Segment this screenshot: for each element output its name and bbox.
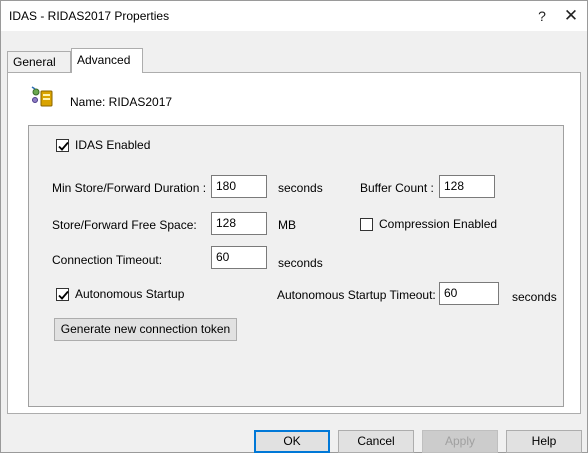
tab-advanced[interactable]: Advanced xyxy=(71,48,143,73)
compression-enabled-label: Compression Enabled xyxy=(379,217,498,231)
autonomous-startup-label: Autonomous Startup xyxy=(75,287,185,301)
close-icon[interactable]: ✕ xyxy=(557,5,585,27)
autonomous-startup-checkbox[interactable]: Autonomous Startup xyxy=(56,287,184,301)
cancel-button[interactable]: Cancel xyxy=(338,430,414,453)
store-forward-space-unit: MB xyxy=(278,218,296,232)
min-store-forward-unit: seconds xyxy=(278,181,323,195)
window-title: IDAS - RIDAS2017 Properties xyxy=(9,9,170,23)
store-forward-space-input[interactable]: 128 xyxy=(211,212,267,235)
tab-general[interactable]: General xyxy=(7,51,71,72)
settings-group: IDAS Enabled Min Store/Forward Duration … xyxy=(28,125,564,407)
buffer-count-input[interactable]: 128 xyxy=(439,175,495,198)
min-store-forward-input[interactable]: 180 xyxy=(211,175,267,198)
compression-enabled-checkbox[interactable]: Compression Enabled xyxy=(360,217,497,231)
checkbox-box[interactable] xyxy=(360,217,373,231)
help-icon[interactable]: ? xyxy=(528,5,556,27)
name-label: Name: RIDAS2017 xyxy=(70,95,173,109)
apply-button[interactable]: Apply xyxy=(422,430,498,453)
autonomous-timeout-label: Autonomous Startup Timeout: xyxy=(277,288,436,302)
connection-timeout-unit: seconds xyxy=(278,256,323,270)
idas-enabled-checkbox[interactable]: IDAS Enabled xyxy=(56,138,150,152)
idas-enabled-label: IDAS Enabled xyxy=(75,138,151,152)
min-store-forward-label: Min Store/Forward Duration : xyxy=(52,181,207,195)
checkbox-box[interactable] xyxy=(56,287,69,301)
connection-timeout-label: Connection Timeout: xyxy=(52,253,163,267)
database-config-icon xyxy=(30,85,54,109)
connection-timeout-input[interactable]: 60 xyxy=(211,246,267,269)
checkbox-box[interactable] xyxy=(56,138,69,152)
autonomous-timeout-input[interactable]: 60 xyxy=(439,282,499,305)
properties-dialog: IDAS - RIDAS2017 Properties ? ✕ General … xyxy=(0,0,588,453)
help-button[interactable]: Help xyxy=(506,430,582,453)
title-bar: IDAS - RIDAS2017 Properties ? ✕ xyxy=(1,1,587,31)
autonomous-timeout-unit: seconds xyxy=(512,290,557,304)
buffer-count-label: Buffer Count : xyxy=(360,181,434,195)
ok-button[interactable]: OK xyxy=(254,430,330,453)
advanced-panel: Name: RIDAS2017 IDAS Enabled Min Store/F… xyxy=(7,72,581,414)
generate-token-button[interactable]: Generate new connection token xyxy=(54,318,237,341)
store-forward-space-label: Store/Forward Free Space: xyxy=(52,218,197,232)
